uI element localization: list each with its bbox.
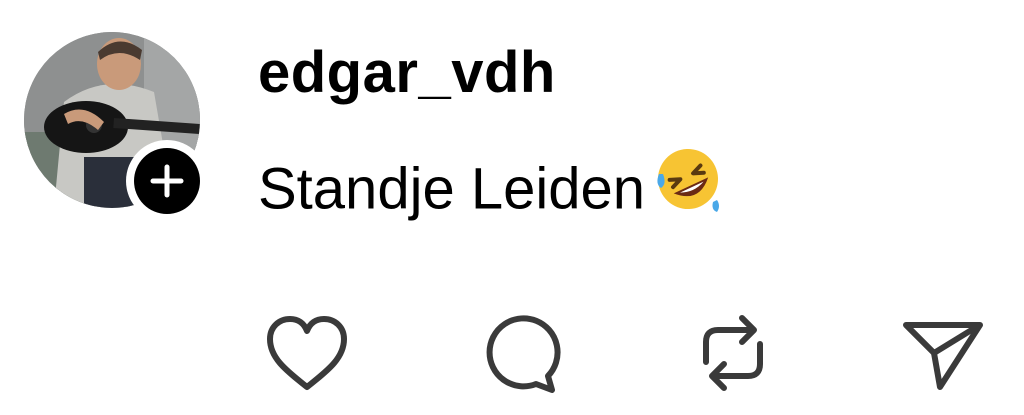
username[interactable]: edgar_vdh (258, 38, 556, 108)
follow-button[interactable] (126, 140, 208, 222)
repost-icon (703, 315, 763, 391)
heart-icon (267, 316, 347, 390)
send-icon (903, 322, 983, 390)
action-bar (0, 300, 1024, 400)
thread-post: edgar_vdh Standje Leiden (0, 0, 1024, 415)
share-button[interactable] (898, 308, 988, 398)
comment-button[interactable] (476, 308, 566, 398)
plus-icon (150, 164, 184, 198)
follow-button-inner (134, 148, 200, 214)
avatar-container (24, 32, 208, 222)
post-caption: Standje Leiden (258, 149, 723, 236)
like-button[interactable] (262, 308, 352, 398)
repost-button[interactable] (688, 308, 778, 398)
rolling-on-floor-laughing-emoji-icon (653, 144, 723, 230)
caption-text: Standje Leiden (258, 156, 645, 222)
comment-bubble-icon (486, 315, 561, 393)
